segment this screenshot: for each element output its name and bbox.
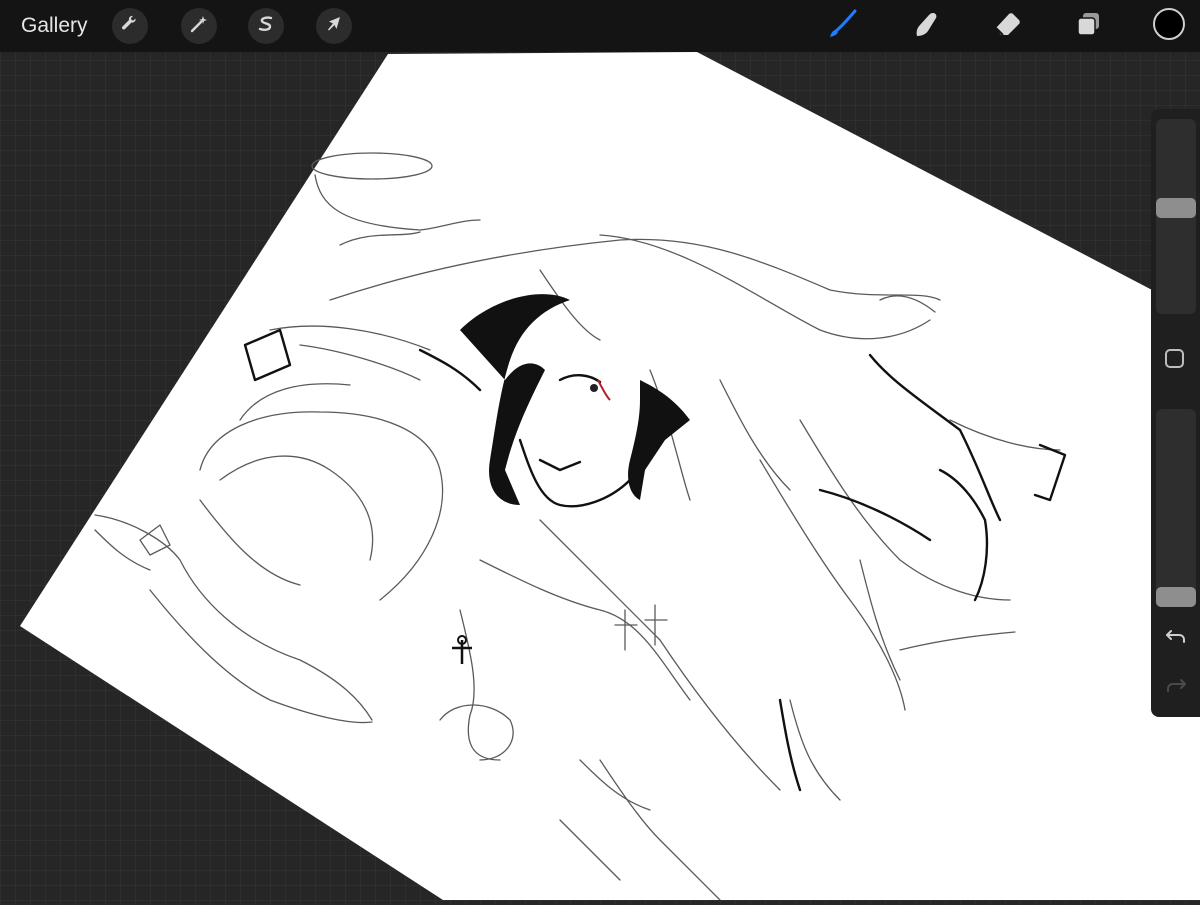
selection-button[interactable] bbox=[248, 8, 284, 44]
redo-icon bbox=[1165, 676, 1187, 699]
layers-icon bbox=[1074, 9, 1104, 44]
drawing-canvas[interactable] bbox=[0, 0, 1200, 901]
modify-button[interactable] bbox=[1165, 349, 1184, 368]
magic-wand-icon bbox=[189, 14, 209, 39]
eraser-icon bbox=[991, 8, 1023, 45]
wrench-icon bbox=[120, 14, 140, 39]
redo-button[interactable] bbox=[1159, 673, 1193, 701]
arrow-cursor-icon bbox=[324, 14, 344, 39]
brush-size-thumb[interactable] bbox=[1156, 198, 1196, 218]
adjustments-button[interactable] bbox=[181, 8, 217, 44]
top-toolbar: Gallery bbox=[0, 0, 1200, 52]
undo-button[interactable] bbox=[1159, 624, 1193, 652]
gallery-button[interactable]: Gallery bbox=[21, 12, 88, 40]
smudge-button[interactable] bbox=[906, 6, 946, 46]
smudge-finger-icon bbox=[911, 9, 941, 44]
side-bar bbox=[1151, 109, 1200, 717]
actions-button[interactable] bbox=[112, 8, 148, 44]
layers-button[interactable] bbox=[1069, 6, 1109, 46]
canvas-artwork[interactable] bbox=[0, 0, 1200, 901]
brush-icon bbox=[827, 8, 859, 45]
brush-size-slider[interactable] bbox=[1156, 119, 1196, 314]
eraser-button[interactable] bbox=[987, 6, 1027, 46]
opacity-slider[interactable] bbox=[1156, 409, 1196, 607]
selection-s-icon bbox=[256, 14, 276, 39]
brush-button[interactable] bbox=[823, 6, 863, 46]
transform-button[interactable] bbox=[316, 8, 352, 44]
undo-icon bbox=[1165, 627, 1187, 650]
opacity-thumb[interactable] bbox=[1156, 587, 1196, 607]
color-picker-button[interactable] bbox=[1153, 8, 1185, 40]
